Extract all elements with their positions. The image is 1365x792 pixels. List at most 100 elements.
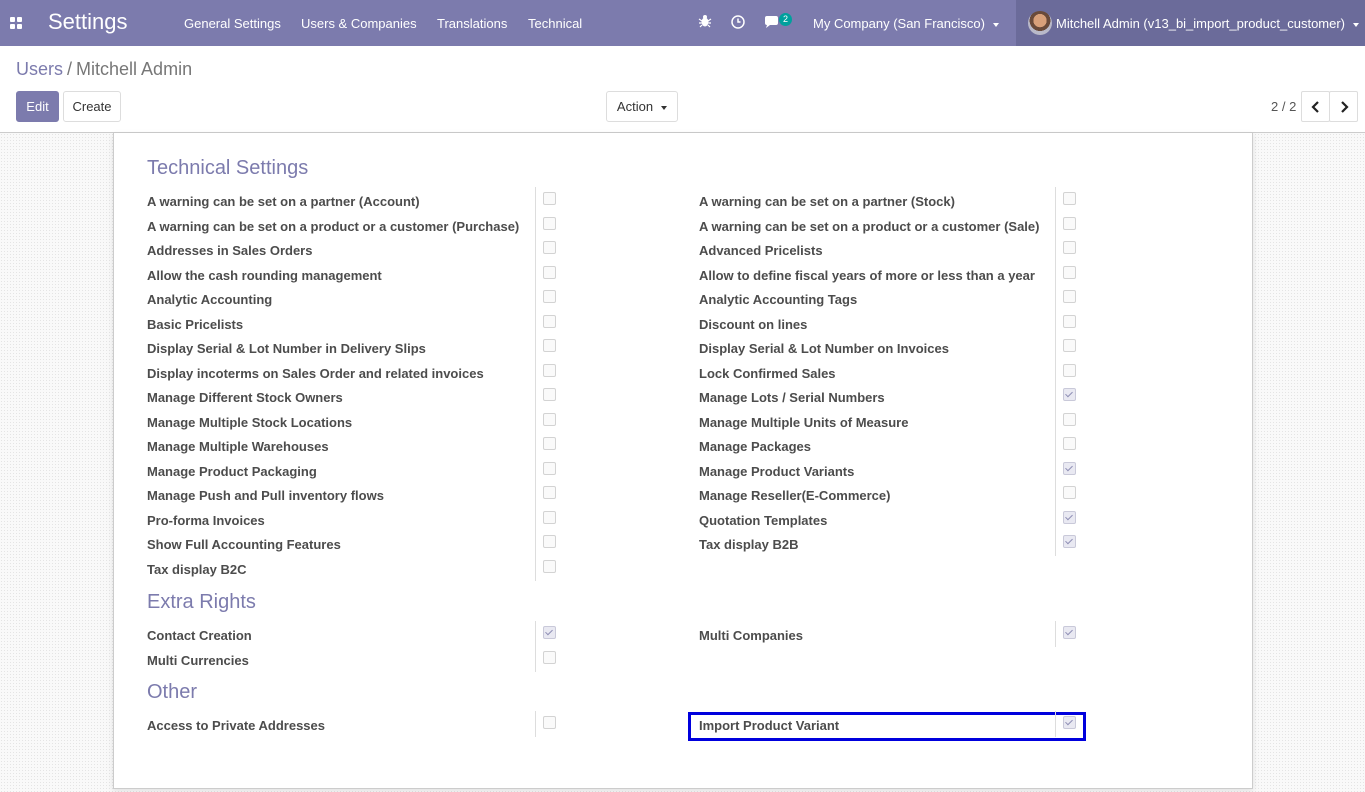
setting-checkbox[interactable]	[543, 461, 556, 475]
setting-checkbox[interactable]	[1063, 626, 1076, 639]
breadcrumb-separator: /	[67, 59, 73, 79]
chat-icon[interactable]	[764, 16, 780, 32]
setting-checkbox[interactable]	[543, 486, 556, 499]
setting-row-discount-on-lines: Discount on lines	[699, 309, 1119, 337]
setting-row-a-warning-can-be-set-on-a-product-or-a-customer-sale: A warning can be set on a product or a c…	[699, 211, 1119, 239]
setting-checkbox[interactable]	[543, 216, 556, 230]
setting-checkbox[interactable]	[543, 535, 556, 548]
setting-row-lock-confirmed-sales: Lock Confirmed Sales	[699, 358, 1119, 386]
setting-checkbox[interactable]	[1063, 388, 1076, 401]
setting-row-access-to-private-addresses: Access to Private Addresses	[147, 711, 567, 738]
setting-checkbox[interactable]	[543, 437, 556, 450]
setting-checkbox[interactable]	[1063, 412, 1076, 426]
setting-checkbox[interactable]	[543, 650, 556, 664]
pager-previous-button[interactable]	[1301, 91, 1330, 122]
menu-technical[interactable]: Technical	[528, 16, 582, 31]
setting-checkbox[interactable]	[1063, 265, 1076, 279]
setting-checkbox[interactable]	[543, 626, 556, 639]
column-divider	[535, 211, 536, 238]
company-name: My Company (San Francisco)	[813, 16, 985, 31]
column-divider	[1055, 260, 1056, 287]
column-divider	[535, 481, 536, 507]
column-divider	[1055, 407, 1056, 434]
column-divider	[535, 530, 536, 556]
setting-checkbox[interactable]	[1063, 486, 1076, 499]
setting-label: Addresses in Sales Orders	[147, 243, 313, 258]
setting-checkbox[interactable]	[1063, 241, 1076, 254]
breadcrumb: Users / Mitchell Admin	[16, 59, 192, 80]
pager-next-button[interactable]	[1329, 91, 1358, 122]
menu-users-companies[interactable]: Users & Companies	[301, 16, 417, 31]
action-dropdown-button[interactable]: Action	[606, 91, 678, 122]
chevron-down-icon	[1353, 22, 1360, 27]
setting-checkbox[interactable]	[1063, 535, 1076, 548]
setting-checkbox[interactable]	[1063, 363, 1076, 377]
setting-label: Manage Product Packaging	[147, 463, 317, 479]
setting-label: Manage Product Variants	[699, 463, 855, 479]
edit-button[interactable]: Edit	[16, 91, 59, 122]
form-sheet: Technical Settings Extra Rights Other A …	[113, 133, 1253, 789]
top-navbar: Settings General Settings Users & Compan…	[0, 0, 1365, 46]
setting-checkbox[interactable]	[1063, 461, 1076, 475]
menu-translations[interactable]: Translations	[437, 16, 507, 31]
setting-checkbox[interactable]	[1063, 192, 1076, 205]
setting-checkbox[interactable]	[543, 265, 556, 279]
setting-checkbox[interactable]	[543, 241, 556, 254]
user-menu[interactable]: Mitchell Admin (v13_bi_import_product_cu…	[1016, 0, 1365, 46]
setting-label: A warning can be set on a product or a c…	[147, 218, 520, 234]
column-divider	[535, 432, 536, 458]
setting-checkbox[interactable]	[543, 314, 556, 328]
pager-value[interactable]: 2 / 2	[1271, 99, 1296, 114]
setting-row-addresses-in-sales-orders: Addresses in Sales Orders	[147, 236, 567, 263]
setting-checkbox[interactable]	[543, 363, 556, 377]
setting-row-analytic-accounting-tags: Analytic Accounting Tags	[699, 285, 1119, 312]
setting-checkbox[interactable]	[543, 412, 556, 426]
setting-checkbox[interactable]	[1063, 339, 1076, 352]
setting-checkbox[interactable]	[1063, 216, 1076, 230]
setting-label: Manage Different Stock Owners	[147, 390, 343, 405]
setting-label: Manage Multiple Warehouses	[147, 439, 329, 454]
setting-row-pro-forma-invoices: Pro-forma Invoices	[147, 505, 567, 533]
create-button[interactable]: Create	[63, 91, 121, 122]
column-divider	[1055, 711, 1056, 737]
setting-label: Pro-forma Invoices	[147, 512, 265, 528]
setting-checkbox[interactable]	[543, 290, 556, 303]
setting-checkbox[interactable]	[1063, 510, 1076, 524]
setting-checkbox[interactable]	[1063, 314, 1076, 328]
setting-checkbox[interactable]	[543, 510, 556, 524]
setting-checkbox[interactable]	[543, 716, 556, 729]
column-divider	[535, 285, 536, 311]
column-divider	[535, 309, 536, 336]
setting-checkbox[interactable]	[1063, 716, 1076, 729]
setting-label: Multi Currencies	[147, 652, 249, 668]
column-divider	[535, 358, 536, 385]
setting-checkbox[interactable]	[543, 388, 556, 401]
setting-row-manage-multiple-warehouses: Manage Multiple Warehouses	[147, 432, 567, 459]
company-switcher[interactable]: My Company (San Francisco)	[813, 16, 999, 31]
column-divider	[535, 383, 536, 409]
bug-icon[interactable]	[698, 14, 712, 31]
setting-row-tax-display-b2c: Tax display B2C	[147, 554, 567, 582]
clock-icon[interactable]	[731, 15, 745, 32]
setting-checkbox[interactable]	[1063, 290, 1076, 303]
setting-row-tax-display-b2b: Tax display B2B	[699, 530, 1119, 557]
setting-label: A warning can be set on a partner (Accou…	[147, 194, 420, 209]
setting-row-manage-reseller-e-commerce: Manage Reseller(E-Commerce)	[699, 481, 1119, 508]
column-divider	[1055, 481, 1056, 507]
breadcrumb-users-link[interactable]: Users	[16, 59, 63, 79]
setting-checkbox[interactable]	[543, 192, 556, 205]
column-divider	[1055, 358, 1056, 385]
app-title[interactable]: Settings	[48, 9, 128, 35]
setting-checkbox[interactable]	[1063, 437, 1076, 450]
setting-label: Multi Companies	[699, 628, 804, 643]
setting-row-a-warning-can-be-set-on-a-partner-stock: A warning can be set on a partner (Stock…	[699, 187, 1119, 214]
setting-label: Discount on lines	[699, 316, 808, 332]
column-divider	[1055, 505, 1056, 532]
apps-menu-icon[interactable]	[6, 13, 26, 33]
column-divider	[1055, 383, 1056, 409]
menu-general-settings[interactable]: General Settings	[184, 16, 281, 31]
setting-checkbox[interactable]	[543, 339, 556, 352]
setting-label: Analytic Accounting Tags	[699, 292, 858, 307]
setting-checkbox[interactable]	[543, 559, 556, 573]
setting-row-multi-companies: Multi Companies	[699, 621, 1119, 648]
